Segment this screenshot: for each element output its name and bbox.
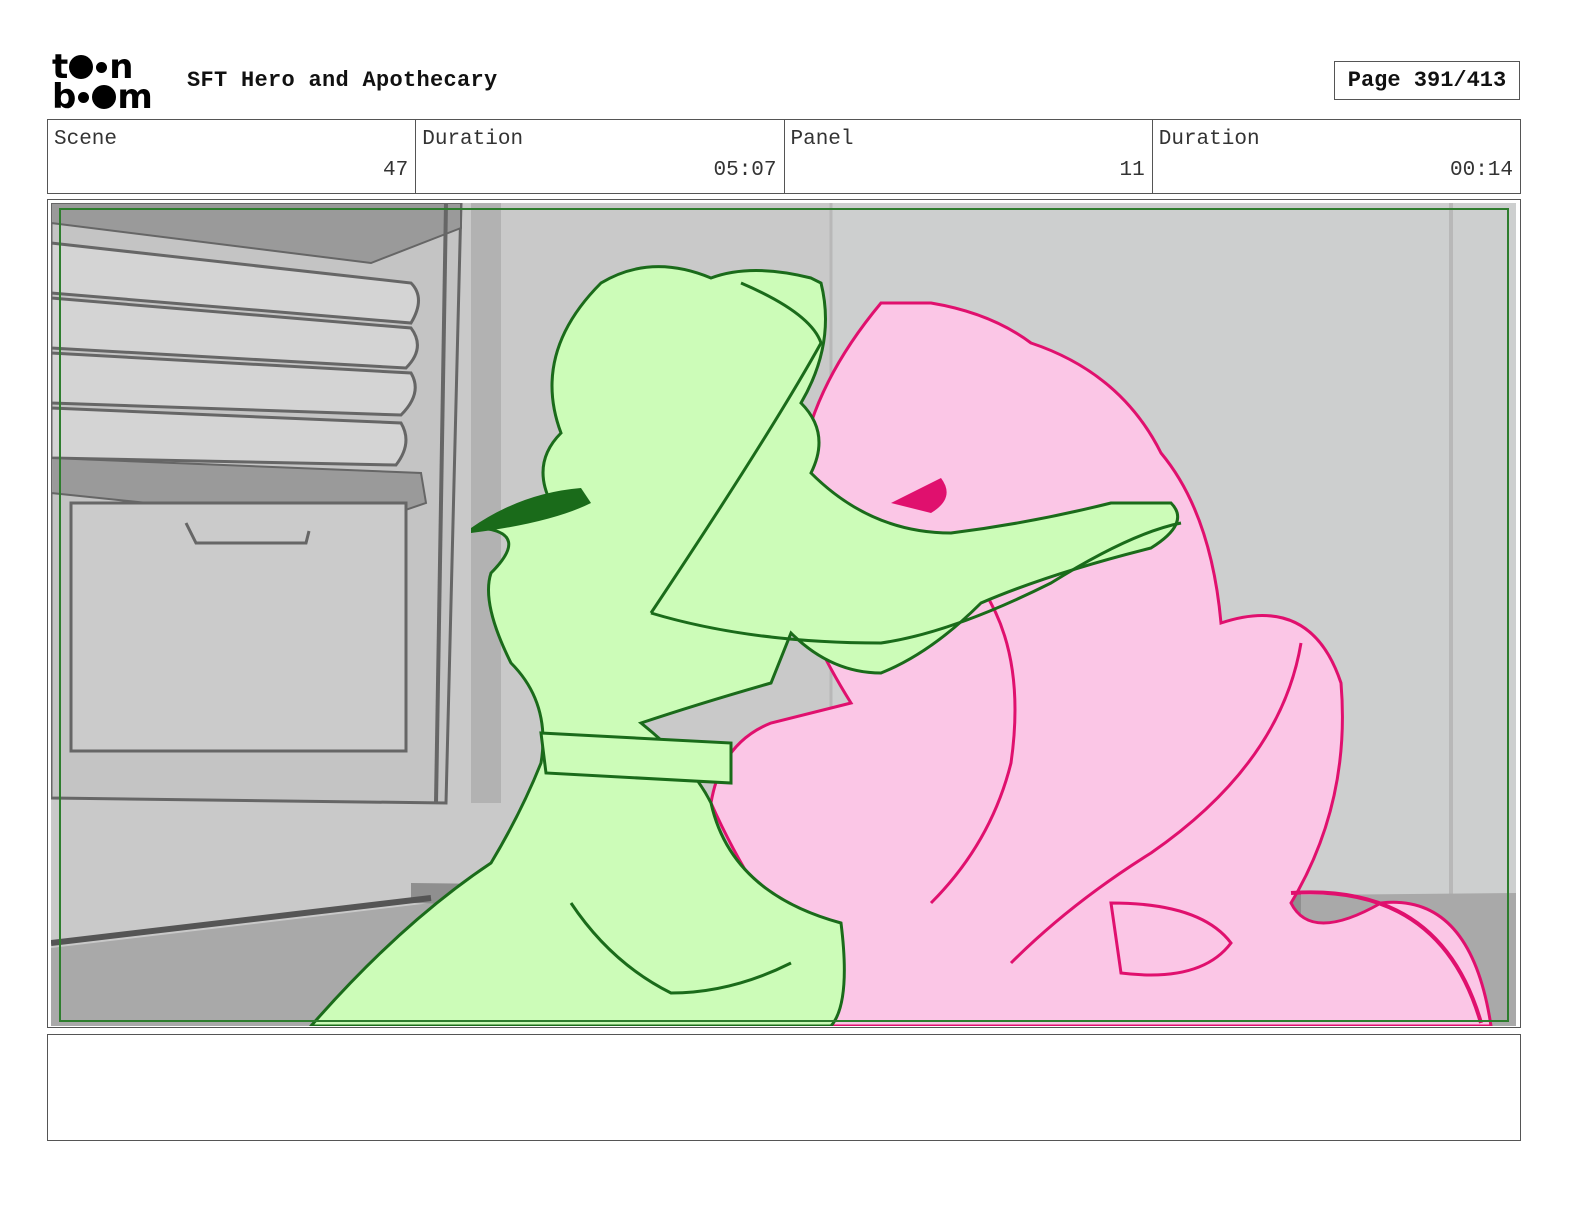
panel-cell: Panel 11: [785, 120, 1153, 193]
scene-duration-label: Duration: [422, 128, 524, 151]
scene-cell: Scene 47: [48, 120, 417, 193]
scene-duration-cell: Duration 05:07: [416, 120, 785, 193]
logo-row-bottom: bm: [52, 77, 153, 117]
panel-notes-box: [47, 1034, 1521, 1141]
scene-value: 47: [383, 159, 409, 182]
wall-shadow-column: [471, 203, 501, 803]
panel-duration-cell: Duration 00:14: [1153, 120, 1520, 193]
panel-label: Panel: [790, 128, 854, 151]
scene-duration-value: 05:07: [713, 159, 777, 182]
panel-drawing: [51, 203, 1516, 1026]
panel-duration-value: 00:14: [1449, 159, 1513, 182]
panel-duration-label: Duration: [1158, 128, 1260, 151]
toonboom-logo: tn bm: [52, 50, 164, 117]
project-title: SFT Hero and Apothecary: [187, 68, 498, 93]
drawer: [69, 501, 408, 753]
green-belt: [539, 731, 733, 785]
page-number: Page 391/413: [1334, 61, 1520, 100]
storyboard-panel: [47, 199, 1521, 1028]
info-table: Scene 47 Duration 05:07 Panel 11 Duratio…: [47, 119, 1521, 194]
panel-value: 11: [1119, 159, 1145, 182]
scene-label: Scene: [54, 128, 118, 151]
